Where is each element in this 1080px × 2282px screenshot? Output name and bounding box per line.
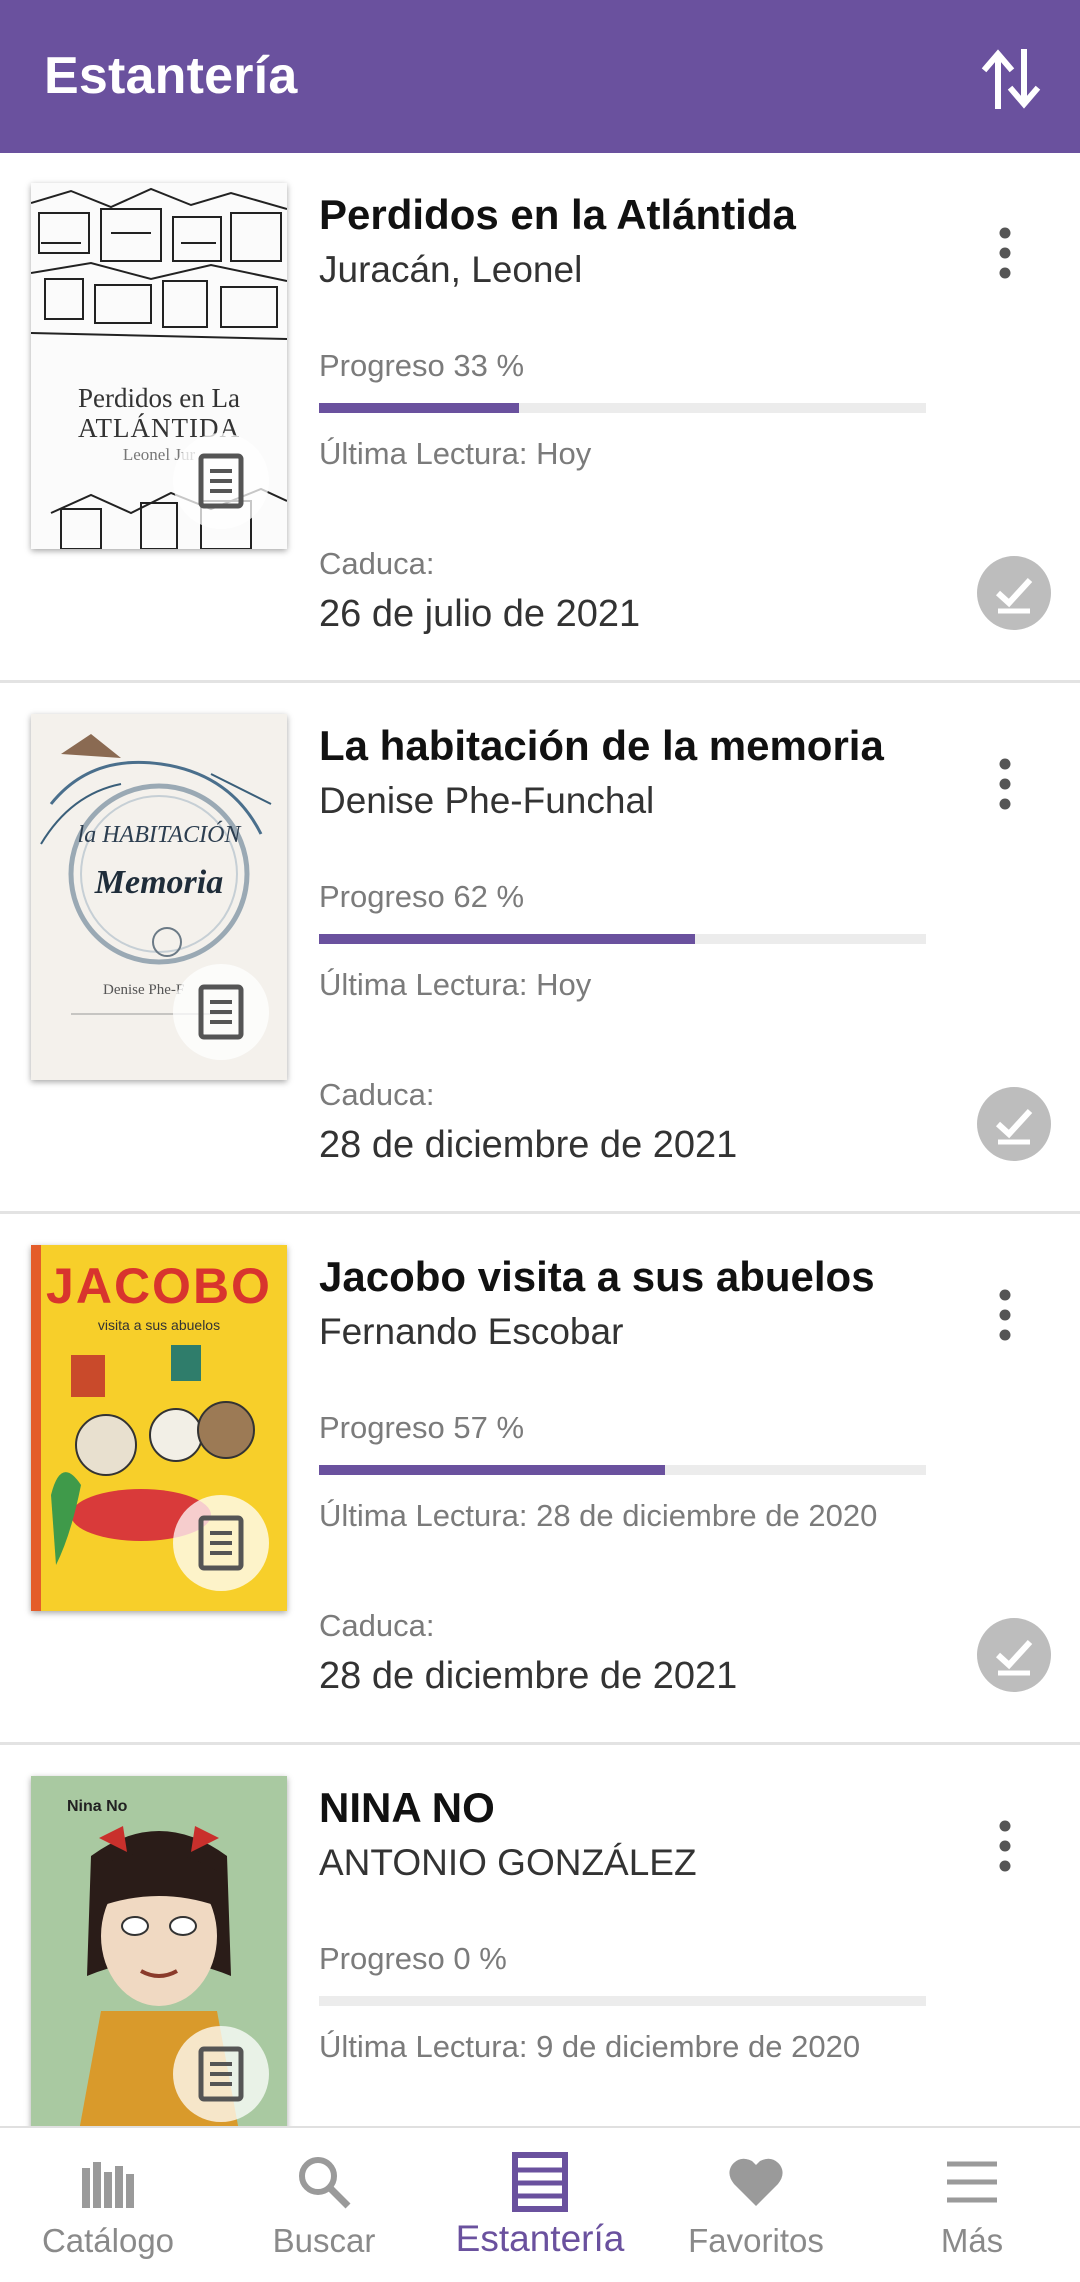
book-cover[interactable]: Nina No xyxy=(31,1776,287,2126)
book-item[interactable]: la HABITACIÓN Memoria Denise Phe-F La ha… xyxy=(0,684,1080,1214)
book-author: Denise Phe-Funchal xyxy=(319,780,655,821)
expires-label: Caduca: xyxy=(319,1077,435,1112)
nav-shelf[interactable]: Estantería xyxy=(432,2128,648,2282)
book-author: Juracán, Leonel xyxy=(319,249,583,290)
divider xyxy=(0,1742,1080,1745)
cover-subtitle-text: visita a sus abuelos xyxy=(97,1317,221,1333)
progress-bar-fill xyxy=(319,403,520,413)
nav-catalog[interactable]: Catálogo xyxy=(0,2128,216,2282)
check-icon xyxy=(995,1108,1033,1145)
nav-label: Favoritos xyxy=(688,2222,824,2259)
last-read-text: Última Lectura: Hoy xyxy=(319,436,592,471)
document-badge xyxy=(173,964,269,1060)
cover-title-text: la HABITACIÓN xyxy=(77,822,241,848)
cover-title-text: Nina No xyxy=(67,1798,128,1815)
divider xyxy=(0,1211,1080,1214)
book-item[interactable]: Perdidos en La ATLÁNTIDA Leonel Jur Perd… xyxy=(0,153,1080,683)
more-options-button[interactable] xyxy=(985,223,1025,283)
last-read-text: Última Lectura: 9 de diciembre de 2020 xyxy=(319,2029,861,2064)
more-options-button[interactable] xyxy=(985,1816,1025,1876)
menu-icon xyxy=(947,2161,997,2203)
cover-title-text-2: Memoria xyxy=(94,864,224,901)
book-item[interactable]: Nina No NINA NO ANTONIO GONZÁLEZ Progres… xyxy=(0,1746,1080,2126)
return-book-button[interactable] xyxy=(977,1087,1051,1161)
more-options-button[interactable] xyxy=(985,754,1025,814)
more-vert-icon xyxy=(999,1820,1011,1872)
nav-favorites[interactable]: Favoritos xyxy=(648,2128,864,2282)
book-item[interactable]: JACOBO visita a sus abuelos Jacobo visit… xyxy=(0,1215,1080,1745)
progress-bar xyxy=(319,1465,926,1475)
progress-bar xyxy=(319,403,926,413)
book-title[interactable]: Perdidos en la Atlántida xyxy=(319,191,796,239)
cover-title-text-2: ATLÁNTIDA xyxy=(78,413,240,443)
document-badge xyxy=(173,433,269,529)
progress-bar-fill xyxy=(319,1465,665,1475)
nav-label: Estantería xyxy=(455,2218,625,2259)
cover-title-text: Perdidos en La xyxy=(78,383,240,413)
progress-bar xyxy=(319,934,926,944)
book-cover[interactable]: JACOBO visita a sus abuelos xyxy=(31,1245,287,1611)
search-icon xyxy=(299,2157,351,2209)
progress-label: Progreso 33 % xyxy=(319,348,525,383)
nav-search[interactable]: Buscar xyxy=(216,2128,432,2282)
return-book-button[interactable] xyxy=(977,1618,1051,1692)
nav-more[interactable]: Más xyxy=(864,2128,1080,2282)
sort-arrows-icon xyxy=(981,49,1041,109)
progress-label: Progreso 57 % xyxy=(319,1410,525,1445)
catalog-icon xyxy=(82,2162,134,2208)
nav-label: Catálogo xyxy=(41,2222,175,2259)
sort-button[interactable] xyxy=(976,44,1046,114)
document-badge xyxy=(173,2026,269,2122)
expires-date: 28 de diciembre de 2021 xyxy=(319,1655,738,1697)
heart-icon xyxy=(729,2158,783,2206)
last-read-text: Última Lectura: Hoy xyxy=(319,967,592,1002)
check-icon xyxy=(995,577,1033,614)
book-title[interactable]: La habitación de la memoria xyxy=(319,722,884,770)
bottom-navigation: Catálogo Buscar Estantería Favoritos Más xyxy=(0,2126,1080,2280)
nav-label: Buscar xyxy=(272,2222,376,2259)
progress-label: Progreso 62 % xyxy=(319,879,525,914)
shelf-list: Perdidos en La ATLÁNTIDA Leonel Jur Perd… xyxy=(0,153,1080,2126)
more-vert-icon xyxy=(999,758,1011,810)
document-icon xyxy=(198,1515,244,1571)
document-icon xyxy=(198,453,244,509)
document-icon xyxy=(198,984,244,1040)
more-options-button[interactable] xyxy=(985,1285,1025,1345)
expires-label: Caduca: xyxy=(319,546,435,581)
progress-bar-fill xyxy=(319,934,696,944)
page-title: Estantería xyxy=(44,47,298,105)
more-vert-icon xyxy=(999,1289,1011,1341)
app-bar: Estantería xyxy=(0,0,1080,153)
check-icon xyxy=(995,1639,1033,1676)
document-icon xyxy=(198,2046,244,2102)
cover-title-text: JACOBO xyxy=(46,1258,272,1314)
progress-label: Progreso 0 % xyxy=(319,1941,507,1976)
book-title[interactable]: NINA NO xyxy=(319,1784,495,1832)
expires-date: 28 de diciembre de 2021 xyxy=(319,1124,738,1166)
divider xyxy=(0,680,1080,683)
return-book-button[interactable] xyxy=(977,556,1051,630)
book-cover[interactable]: Perdidos en La ATLÁNTIDA Leonel Jur xyxy=(31,183,287,549)
progress-bar xyxy=(319,1996,926,2006)
book-author: Fernando Escobar xyxy=(319,1311,624,1352)
book-cover[interactable]: la HABITACIÓN Memoria Denise Phe-F xyxy=(31,714,287,1080)
last-read-text: Última Lectura: 28 de diciembre de 2020 xyxy=(319,1498,878,1533)
book-title[interactable]: Jacobo visita a sus abuelos xyxy=(319,1253,875,1301)
nav-label: Más xyxy=(940,2222,1004,2259)
shelf-icon xyxy=(512,2152,568,2212)
book-author: ANTONIO GONZÁLEZ xyxy=(319,1842,697,1883)
document-badge xyxy=(173,1495,269,1591)
expires-date: 26 de julio de 2021 xyxy=(319,593,641,635)
expires-label: Caduca: xyxy=(319,1608,435,1643)
more-vert-icon xyxy=(999,227,1011,279)
